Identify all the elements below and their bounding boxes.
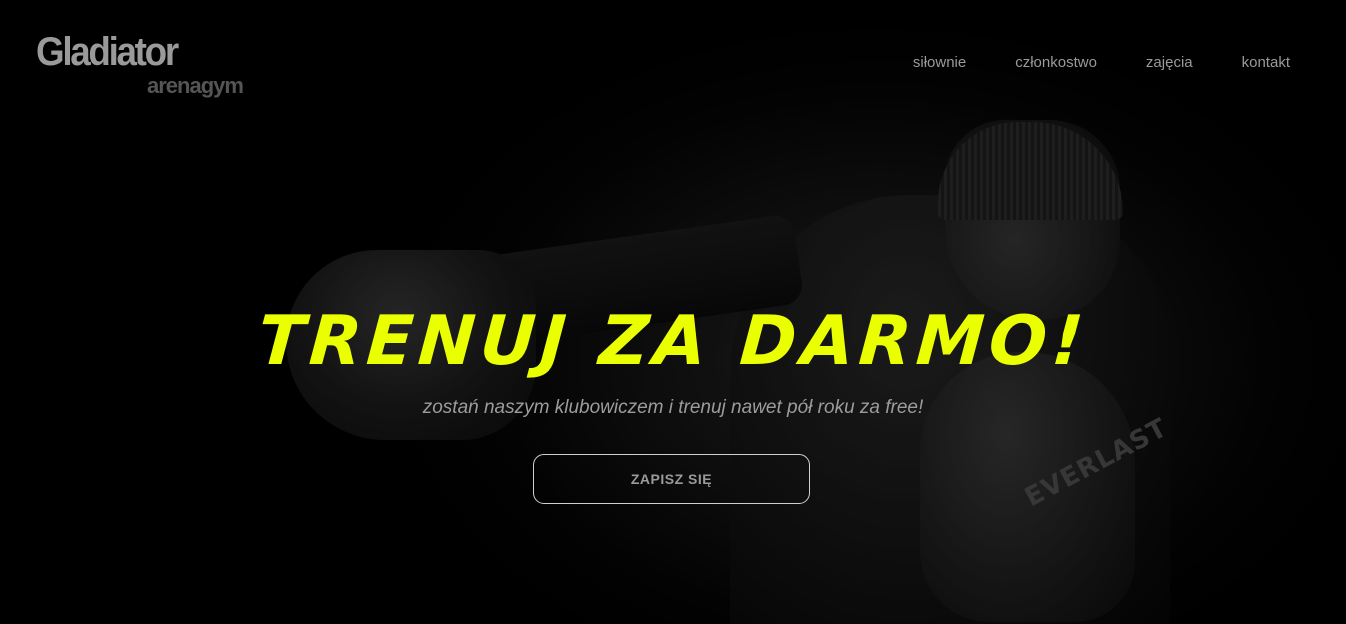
- logo-sub-text: arenagym: [147, 73, 244, 98]
- nav-item-czlonkostwo[interactable]: członkostwo: [1015, 54, 1097, 71]
- hero-section: EVERLAST Gladiator arenagym siłownie czł…: [0, 0, 1346, 624]
- hero-subline: zostań naszym klubowiczem i trenuj nawet…: [422, 397, 924, 418]
- logo-main-text: Gladiator: [36, 30, 179, 74]
- hero-headline: TRENUJ ZA DARMO!: [255, 302, 1091, 381]
- site-logo[interactable]: Gladiator arenagym: [36, 30, 244, 98]
- signup-button[interactable]: ZAPISZ SIĘ: [533, 454, 810, 504]
- nav-item-kontakt[interactable]: kontakt: [1242, 54, 1290, 71]
- main-nav: siłownie członkostwo zajęcia kontakt: [913, 54, 1290, 71]
- nav-item-silownie[interactable]: siłownie: [913, 54, 966, 71]
- nav-item-zajecia[interactable]: zajęcia: [1146, 54, 1193, 71]
